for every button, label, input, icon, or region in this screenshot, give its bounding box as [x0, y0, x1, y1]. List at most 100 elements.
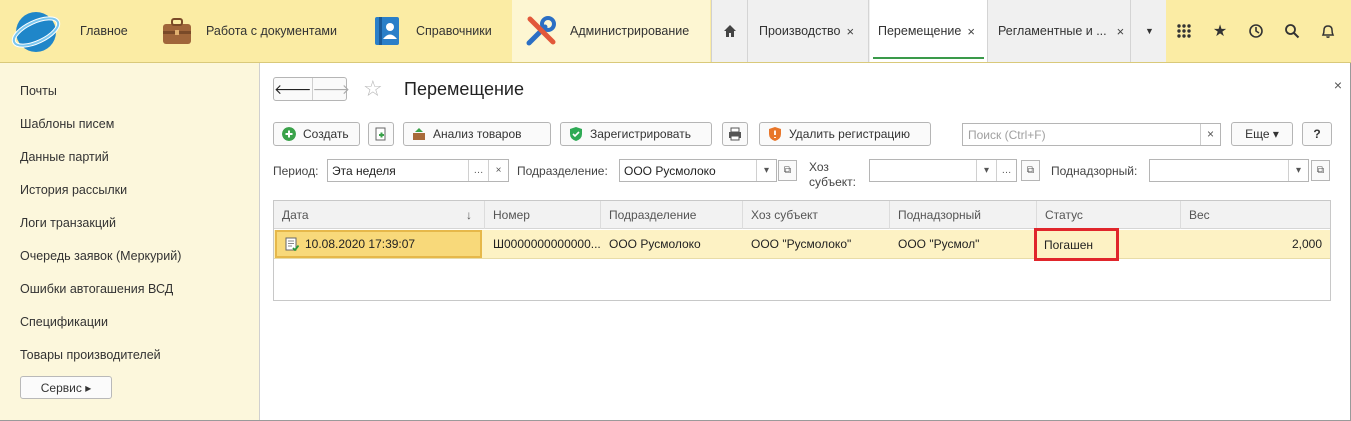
cell-supervised: ООО "Русмол"	[898, 237, 980, 251]
tab-production[interactable]: Производство ×	[749, 0, 869, 62]
cell-entity: ООО "Русмолоко"	[751, 237, 852, 251]
home-tab[interactable]	[712, 0, 748, 62]
chevron-down-icon[interactable]: ▾	[756, 160, 776, 181]
division-field[interactable]: ООО Русмолоко ▾	[619, 159, 777, 182]
tools-icon	[526, 16, 556, 46]
chevron-down-icon[interactable]: ▾	[1288, 160, 1308, 181]
history-button[interactable]	[1238, 0, 1274, 62]
division-label: Подразделение:	[517, 164, 608, 178]
form-area: 🡐 🡒 ☆ Перемещение × Создать Анализ товар…	[261, 63, 1350, 420]
box-upload-icon	[413, 128, 425, 140]
forward-arrow-icon[interactable]: 🡒	[313, 78, 351, 100]
print-button[interactable]	[722, 122, 748, 146]
sidebar-item-specifications[interactable]: Спецификации	[20, 315, 108, 329]
cell-number: Ш0000000000000...	[493, 237, 601, 251]
goods-analysis-button[interactable]: Анализ товаров	[403, 122, 551, 146]
shield-warning-icon	[769, 127, 781, 141]
tabs-dropdown[interactable]: ▼	[1132, 0, 1167, 62]
bell-icon	[1321, 25, 1335, 38]
section-references[interactable]: Справочники	[360, 0, 510, 62]
column-division[interactable]: Подразделение	[601, 201, 743, 229]
close-tab-icon[interactable]: ×	[967, 24, 975, 39]
section-documents[interactable]: Работа с документами	[154, 0, 354, 62]
cell-weight: 2,000	[1291, 237, 1322, 251]
close-tab-icon[interactable]: ×	[847, 24, 855, 39]
table-header: Дата ↓ Номер Подразделение Хоз субъект П…	[274, 201, 1330, 229]
supervised-field[interactable]: ▾	[1149, 159, 1309, 182]
entity-label: Хоз субъект:	[809, 160, 856, 189]
period-label: Период:	[273, 164, 319, 178]
open-supervised-icon[interactable]: ⧉	[1311, 160, 1330, 181]
apps-grid-button[interactable]	[1166, 0, 1202, 62]
sort-down-icon: ↓	[466, 208, 472, 222]
home-icon	[723, 25, 736, 37]
chevron-down-icon[interactable]: ▾	[976, 160, 996, 181]
open-division-icon[interactable]: ⧉	[778, 160, 797, 181]
sidebar-item-autoclose-errors[interactable]: Ошибки автогашения ВСД	[20, 282, 173, 296]
period-field[interactable]: Эта неделя … ×	[327, 159, 509, 182]
documents-table: Дата ↓ Номер Подразделение Хоз субъект П…	[273, 200, 1331, 301]
column-number[interactable]: Номер	[485, 201, 601, 229]
column-weight[interactable]: Вес	[1181, 201, 1330, 229]
section-main[interactable]: Главное	[64, 0, 154, 62]
column-entity[interactable]: Хоз субъект	[743, 201, 890, 229]
close-tab-icon[interactable]: ×	[1117, 24, 1125, 39]
sidebar-item-mailing-history[interactable]: История рассылки	[20, 183, 127, 197]
column-status[interactable]: Статус	[1037, 201, 1181, 229]
copy-button[interactable]	[368, 122, 394, 146]
clear-search-icon[interactable]: ×	[1200, 124, 1220, 145]
open-entity-icon[interactable]: ⧉	[1021, 160, 1040, 181]
global-tools: ★	[1166, 0, 1346, 62]
ellipsis-icon[interactable]: …	[468, 160, 488, 181]
table-row[interactable]: 10.08.2020 17:39:07 Ш0000000000000... ОО…	[274, 228, 1330, 261]
favorite-star-icon[interactable]: ☆	[363, 76, 383, 102]
plus-circle-icon	[282, 127, 296, 141]
clear-icon[interactable]: ×	[488, 160, 508, 181]
register-button[interactable]: Зарегистрировать	[560, 122, 712, 146]
cell-division: ООО Русмолоко	[609, 237, 701, 251]
tab-regulatory[interactable]: Регламентные и ... ×	[989, 0, 1131, 62]
ellipsis-icon[interactable]: …	[996, 160, 1016, 181]
sidebar-item-batch-data[interactable]: Данные партий	[20, 150, 109, 164]
cell-date[interactable]: 10.08.2020 17:39:07	[275, 230, 482, 258]
cell-status: Погашен	[1034, 228, 1119, 261]
shield-check-icon	[570, 127, 582, 141]
section-administration[interactable]: Администрирование	[512, 0, 710, 62]
app-logo-icon[interactable]	[8, 9, 64, 55]
sidebar-item-request-queue[interactable]: Очередь заявок (Меркурий)	[20, 249, 181, 263]
supervised-label: Поднадзорный:	[1051, 164, 1138, 178]
top-bar: Главное Работа с документами Справочники…	[0, 0, 1351, 63]
column-supervised[interactable]: Поднадзорный	[890, 201, 1037, 229]
sidebar: Почты Шаблоны писем Данные партий Истори…	[0, 63, 260, 420]
search-input[interactable]: Поиск (Ctrl+F) ×	[962, 123, 1221, 146]
delete-registration-button[interactable]: Удалить регистрацию	[759, 122, 931, 146]
search-button[interactable]	[1274, 0, 1310, 62]
create-button[interactable]: Создать	[273, 122, 360, 146]
sidebar-item-templates[interactable]: Шаблоны писем	[20, 117, 114, 131]
open-tabs: Производство × Перемещение × Регламентные …	[711, 0, 1166, 62]
service-button[interactable]: Сервис ▸	[20, 376, 112, 399]
back-arrow-icon[interactable]: 🡐	[274, 78, 313, 100]
history-icon	[1249, 24, 1263, 38]
briefcase-icon	[163, 18, 191, 44]
chevron-down-icon: ▼	[1145, 26, 1154, 36]
printer-icon	[729, 127, 741, 141]
help-button[interactable]: ?	[1302, 122, 1332, 146]
star-icon: ★	[1212, 23, 1228, 40]
column-date[interactable]: Дата ↓	[274, 201, 485, 229]
sidebar-item-transaction-logs[interactable]: Логи транзакций	[20, 216, 116, 230]
sidebar-item-mail[interactable]: Почты	[20, 84, 57, 98]
search-icon	[1285, 24, 1300, 39]
notifications-button[interactable]	[1310, 0, 1346, 62]
sidebar-item-producer-goods[interactable]: Товары производителей	[20, 348, 161, 362]
more-button[interactable]: Еще ▾	[1231, 122, 1293, 146]
page-title: Перемещение	[404, 79, 524, 99]
close-form-icon[interactable]: ×	[1334, 77, 1342, 93]
entity-field[interactable]: ▾ …	[869, 159, 1017, 182]
nav-buttons: 🡐 🡒	[273, 77, 350, 101]
document-posted-icon	[285, 237, 299, 251]
address-book-icon	[375, 17, 399, 45]
favorites-button[interactable]: ★	[1202, 0, 1238, 62]
tab-transfer[interactable]: Перемещение ×	[870, 0, 988, 62]
copy-doc-icon	[375, 127, 386, 141]
